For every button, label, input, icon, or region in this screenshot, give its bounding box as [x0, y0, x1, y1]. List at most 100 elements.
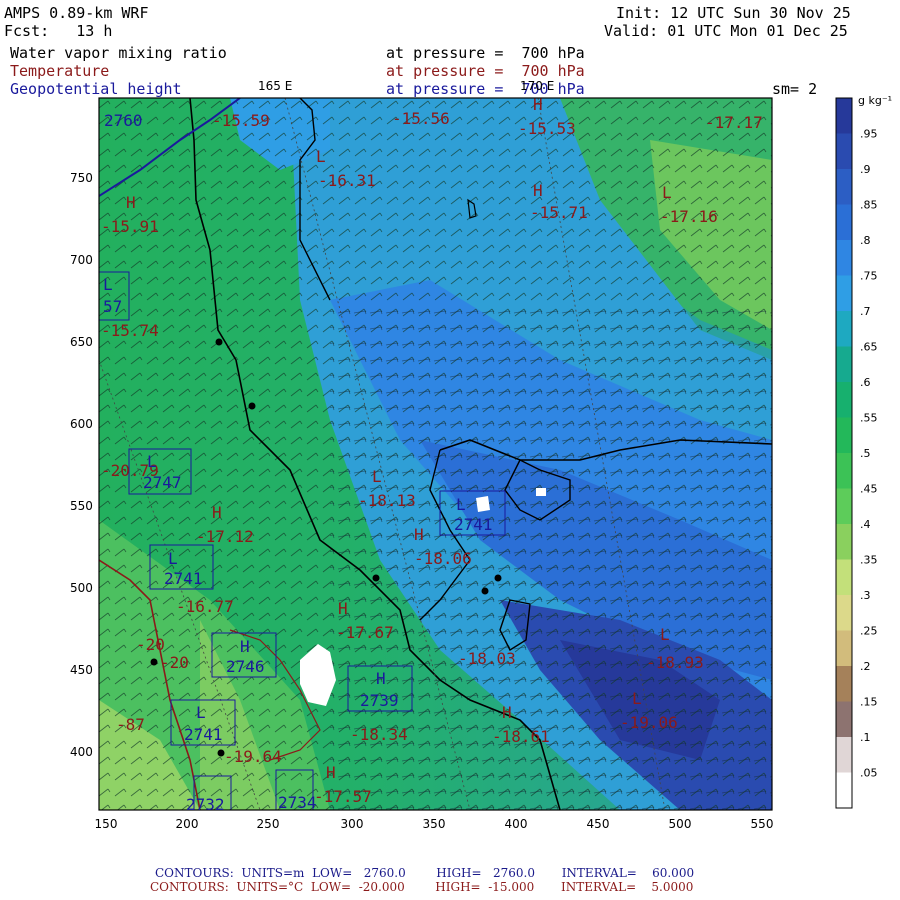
temperature-label: -18.93: [646, 653, 704, 672]
temperature-label: -18.03: [458, 649, 516, 668]
colorbar-swatch: [836, 133, 852, 170]
height-mark: L: [456, 495, 466, 514]
temperature-label: -17.57: [314, 787, 372, 806]
colorbar-swatch: [836, 737, 852, 773]
colorbar-tick-label: .75: [860, 270, 878, 283]
x-tick-label: 250: [257, 817, 280, 831]
colorbar-swatch: [836, 453, 852, 489]
footer-temp-contours: CONTOURS: UNITS=°C LOW= -20.000 HIGH= -1…: [150, 880, 693, 894]
colorbar-swatch: [836, 346, 852, 383]
colorbar-unit: g kg⁻¹: [858, 94, 892, 107]
colorbar-swatch: [836, 382, 852, 418]
colorbar-swatch: [836, 240, 852, 276]
temperature-label: -16.31: [318, 171, 376, 190]
colorbar-tick-label: .05: [860, 767, 878, 780]
height-label: 2741: [184, 725, 223, 744]
temperature-mark: L: [316, 147, 326, 166]
y-tick-label: 650: [70, 335, 93, 349]
height-label: 57: [103, 297, 122, 316]
x-tick-label: 200: [176, 817, 199, 831]
colorbar-tick-label: .95: [860, 128, 878, 141]
temperature-mark: L: [660, 625, 670, 644]
temperature-label: -15.53: [518, 119, 576, 138]
temperature-label: -18.13: [358, 491, 416, 510]
colorbar-tick-label: .5: [860, 447, 871, 460]
y-tick-label: 750: [70, 171, 93, 185]
colorbar-swatch: [836, 417, 852, 454]
weather-map: -15.59 -15.56 H -15.53 -17.17 L -16.31 H…: [70, 79, 892, 831]
colorbar-tick-label: .6: [860, 376, 871, 389]
height-label: 2760: [104, 111, 143, 130]
y-tick-label: 550: [70, 499, 93, 513]
colorbar-swatch: [836, 595, 852, 631]
height-label: 2747: [143, 473, 182, 492]
y-tick-label: 400: [70, 745, 93, 759]
temperature-mark: H: [338, 599, 348, 618]
height-label: 2741: [164, 569, 203, 588]
temperature-mark: L: [632, 689, 642, 708]
footer-height-label: CONTOURS:: [155, 866, 234, 880]
colorbar-tick-label: .8: [860, 234, 871, 247]
colorbar-swatch: [836, 169, 852, 205]
colorbar-swatch: [836, 98, 852, 134]
temperature-label: -18.61: [492, 727, 550, 746]
temperature-label: -17.12: [196, 527, 254, 546]
colorbar-tick-label: .85: [860, 199, 878, 212]
colorbar-tick-label: .55: [860, 412, 878, 425]
height-mark: H: [240, 637, 250, 656]
colorbar-swatch: [836, 701, 852, 738]
colorbar-tick-label: .3: [860, 589, 871, 602]
colorbar-tick-label: .15: [860, 696, 878, 709]
longitude-label: 165 E: [258, 79, 292, 93]
colorbar-tick-label: .35: [860, 554, 878, 567]
temperature-label: -15.74: [101, 321, 159, 340]
footer-temp-units: UNITS=°C: [236, 880, 304, 894]
colorbar-tick-label: .1: [860, 731, 871, 744]
colorbar-tick-label: .2: [860, 660, 871, 673]
temperature-mark: H: [533, 181, 543, 200]
footer-temp-high: HIGH= -15.000: [435, 880, 535, 894]
height-label: 2732: [186, 795, 225, 814]
colorbar-swatch: [836, 559, 852, 596]
temperature-mark: H: [414, 525, 424, 544]
colorbar-tick-label: .7: [860, 305, 871, 318]
y-tick-label: 450: [70, 663, 93, 677]
temperature-label: -15.59: [212, 111, 270, 130]
colorbar-swatch: [836, 666, 852, 702]
temperature-label: -17.16: [660, 207, 718, 226]
footer-height-low: LOW= 2760.0: [312, 866, 406, 880]
colorbar-swatch: [836, 630, 852, 667]
footer-temp-label: CONTOURS:: [150, 880, 229, 894]
temperature-mark: H: [533, 95, 543, 114]
colorbar-swatch: [836, 311, 852, 347]
height-label: 2741: [454, 515, 493, 534]
longitude-label: 170 E: [520, 79, 554, 93]
height-label: 2734: [278, 793, 317, 812]
height-label: 2739: [360, 691, 399, 710]
colorbar-swatch: [836, 772, 852, 809]
colorbar-tick-label: .9: [860, 163, 871, 176]
x-tick-label: 350: [423, 817, 446, 831]
footer-height-interval: INTERVAL= 60.000: [561, 866, 695, 880]
y-tick-label: 600: [70, 417, 93, 431]
temperature-label: -18.34: [350, 725, 408, 744]
temperature-label: -15.56: [392, 109, 450, 128]
height-label: 2746: [226, 657, 265, 676]
temperature-label: -87: [116, 715, 145, 734]
colorbar-swatch: [836, 524, 852, 560]
temperature-label: -18.06: [414, 549, 472, 568]
height-mark: L: [147, 452, 157, 471]
colorbar-tick-label: .4: [860, 518, 871, 531]
y-axis-ticks: 750 700 650 600 550 500 450 400: [70, 171, 93, 759]
height-mark: H: [376, 669, 386, 688]
colorbar: .95 .9 .85 .8 .75 .7 .65 .6 .55 .5 .45 .4 .35 .3 .25 .2…: [835, 97, 878, 809]
x-tick-label: 150: [95, 817, 118, 831]
colorbar-swatch: [836, 204, 852, 241]
height-mark: L: [168, 549, 178, 568]
colorbar-tick-label: .65: [860, 341, 878, 354]
temperature-mark: L: [662, 183, 672, 202]
colorbar-tick-label: .45: [860, 483, 878, 496]
temperature-label: -17.17: [705, 113, 763, 132]
x-tick-label: 450: [587, 817, 610, 831]
footer-temp-interval: INTERVAL= 5.0000: [560, 880, 694, 894]
